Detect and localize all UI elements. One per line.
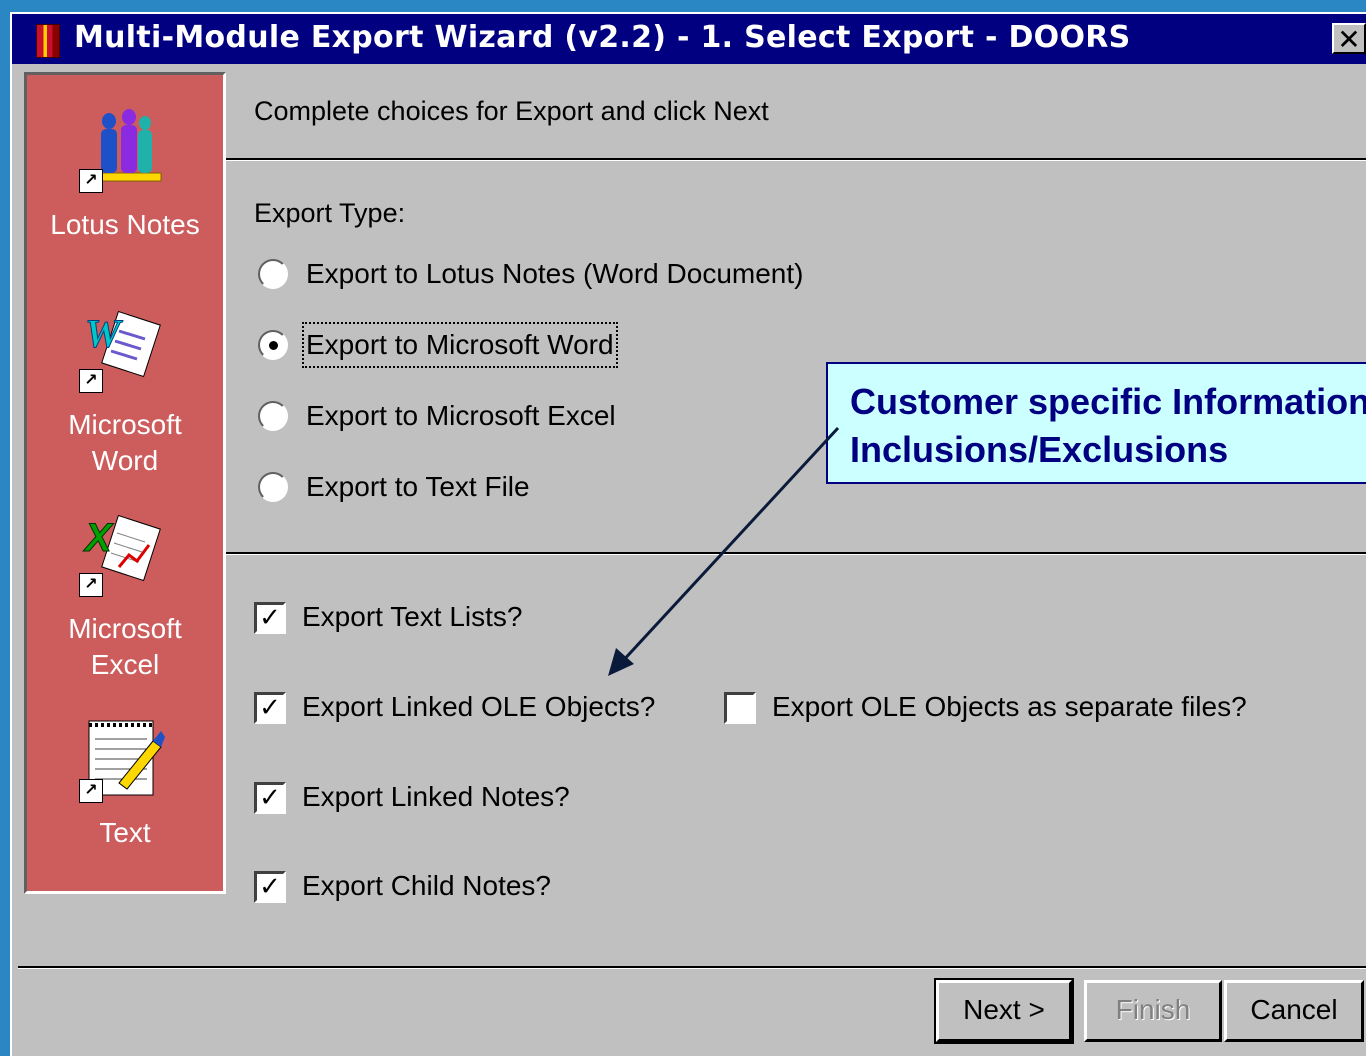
checkbox-label[interactable]: Export Text Lists?: [302, 598, 522, 636]
next-button[interactable]: Next >: [934, 978, 1074, 1044]
radio-selected-dot: [269, 341, 278, 350]
callout-line-2: Inclusions/Exclusions: [850, 429, 1229, 470]
export-type-sidebar: ↗ Lotus Notes W ↗ Microsoft Word X ↗ Mic…: [24, 72, 226, 894]
checkbox-label[interactable]: Export Linked OLE Objects?: [302, 688, 655, 726]
shortcut-arrow-icon: ↗: [79, 169, 103, 193]
radio-label[interactable]: Export to Microsoft Word: [302, 322, 618, 368]
checkbox[interactable]: ✓: [254, 782, 286, 814]
footer-divider-highlight: [18, 968, 1366, 969]
radio-label[interactable]: Export to Microsoft Excel: [306, 397, 616, 435]
doors-app-icon: [36, 24, 60, 58]
cancel-button[interactable]: Cancel: [1224, 980, 1364, 1042]
wizard-instruction: Complete choices for Export and click Ne…: [254, 96, 769, 126]
checkbox-label[interactable]: Export Linked Notes?: [302, 778, 570, 816]
radio-button[interactable]: [258, 259, 288, 289]
radio-button[interactable]: [258, 330, 288, 360]
sidebar-item-label: Text: [99, 817, 151, 848]
radio-button[interactable]: [258, 401, 288, 431]
svg-text:X: X: [83, 516, 114, 560]
shortcut-arrow-icon: ↗: [79, 779, 103, 803]
callout-line-1: Customer specific Information: [850, 381, 1366, 422]
sidebar-item-label: Excel: [90, 649, 160, 680]
sidebar-item-label: Lotus Notes: [50, 209, 200, 240]
annotation-callout: Customer specific Information Inclusions…: [826, 362, 1366, 484]
svg-text:W: W: [85, 311, 123, 356]
export-wizard-window: Multi-Module Export Wizard (v2.2) - 1. S…: [10, 12, 1366, 1056]
finish-button[interactable]: Finish: [1084, 980, 1222, 1042]
callout-text: Customer specific Information Inclusions…: [850, 378, 1366, 474]
header-divider-highlight: [226, 160, 1366, 161]
sidebar-item-text: ↗ Text: [27, 717, 223, 867]
export-type-label: Export Type:: [254, 198, 406, 228]
checkbox[interactable]: [724, 692, 756, 724]
close-button[interactable]: ✕: [1332, 23, 1366, 55]
title-bar[interactable]: Multi-Module Export Wizard (v2.2) - 1. S…: [12, 14, 1366, 64]
sidebar-item-label: Microsoft: [68, 409, 182, 440]
radio-button[interactable]: [258, 472, 288, 502]
sidebar-item-microsoft-word: W ↗ Microsoft Word: [27, 307, 223, 487]
radio-label[interactable]: Export to Lotus Notes (Word Document): [306, 255, 803, 293]
window-title: Multi-Module Export Wizard (v2.2) - 1. S…: [74, 20, 1131, 55]
sidebar-item-microsoft-excel: X ↗ Microsoft Excel: [27, 511, 223, 691]
sidebar-item-lotus-notes: ↗ Lotus Notes: [27, 95, 223, 265]
checkbox[interactable]: ✓: [254, 692, 286, 724]
shortcut-arrow-icon: ↗: [79, 573, 103, 597]
radio-label[interactable]: Export to Text File: [306, 468, 530, 506]
checkbox[interactable]: ✓: [254, 871, 286, 903]
checkbox[interactable]: ✓: [254, 602, 286, 634]
shortcut-arrow-icon: ↗: [79, 369, 103, 393]
checkbox-label[interactable]: Export OLE Objects as separate files?: [772, 688, 1247, 726]
sidebar-item-label: Word: [91, 445, 159, 476]
checkbox-label[interactable]: Export Child Notes?: [302, 867, 551, 905]
options-divider-highlight: [226, 554, 1366, 555]
sidebar-item-label: Microsoft: [68, 613, 182, 644]
